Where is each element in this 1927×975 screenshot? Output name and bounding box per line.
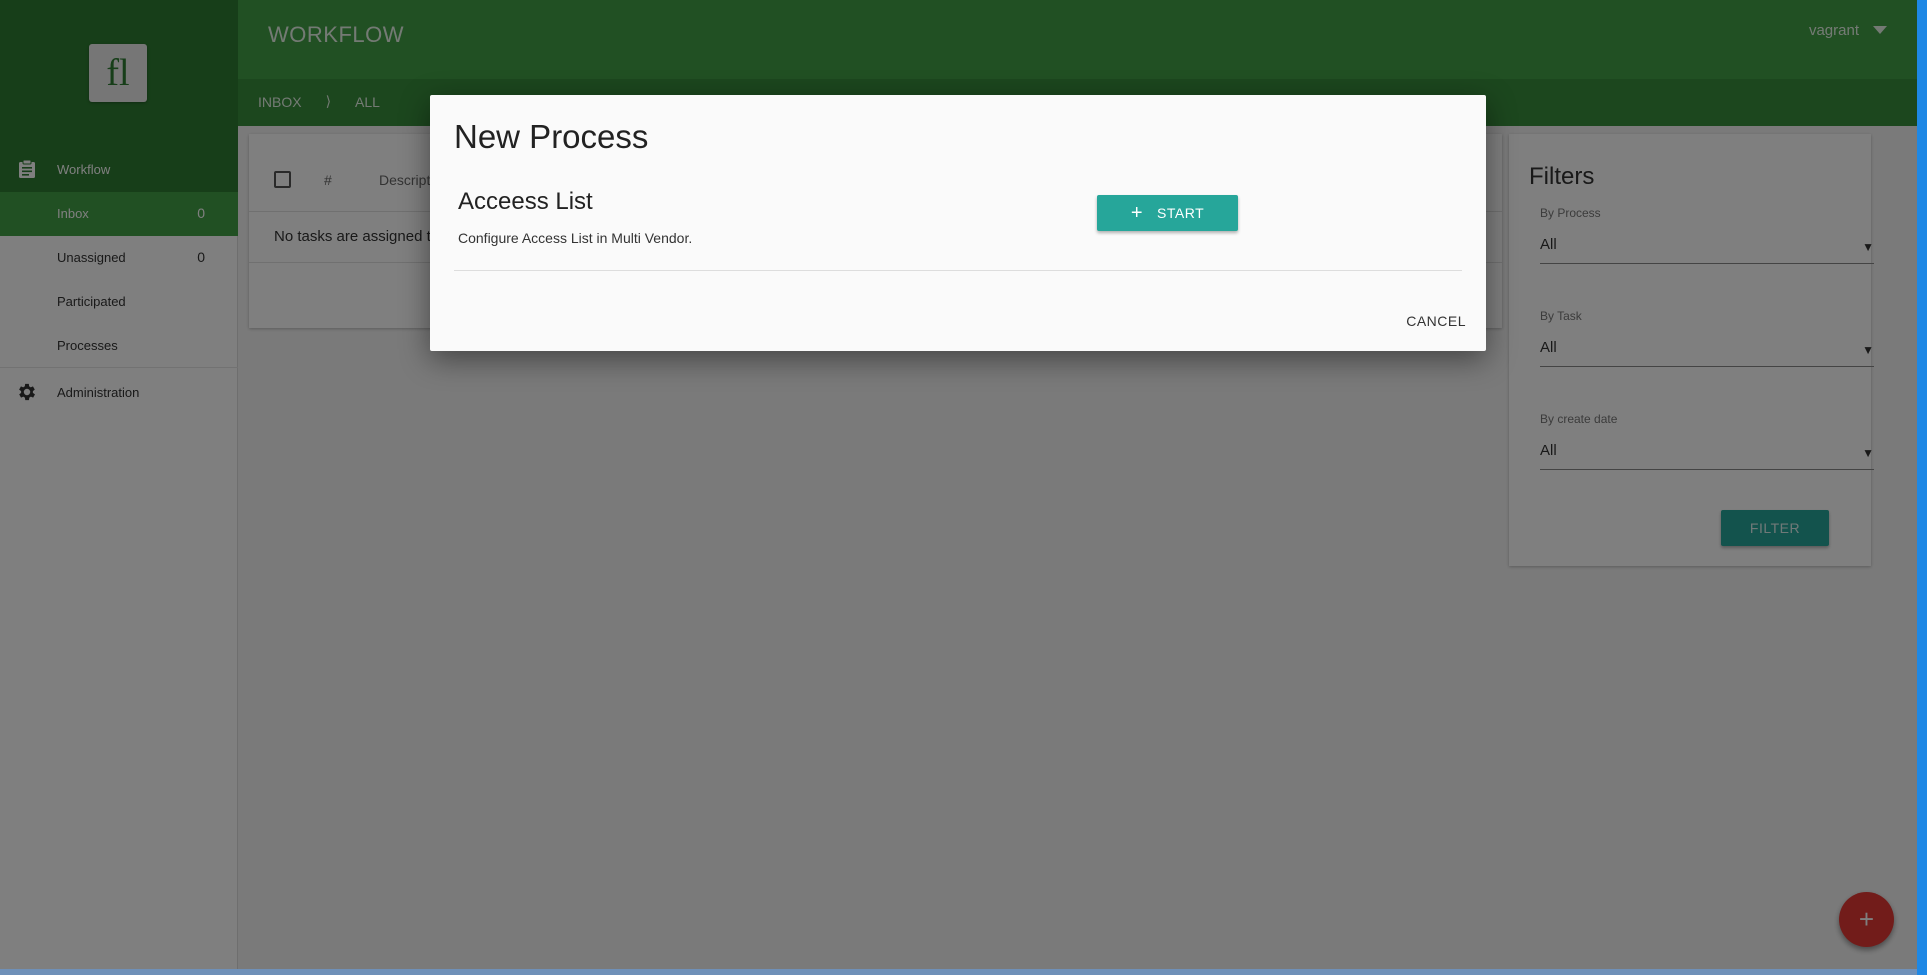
- start-button-label: START: [1157, 205, 1205, 221]
- dialog-title: New Process: [454, 118, 649, 155]
- plus-icon: +: [1130, 202, 1144, 224]
- window-edge: [1917, 0, 1927, 975]
- process-description: Configure Access List in Multi Vendor.: [458, 230, 693, 246]
- os-taskbar: [0, 969, 1917, 975]
- start-process-button[interactable]: + START: [1097, 195, 1238, 231]
- cancel-button[interactable]: CANCEL: [1406, 313, 1466, 329]
- process-name: Acceess List: [458, 188, 593, 215]
- new-process-dialog: New Process Acceess List Configure Acces…: [430, 95, 1486, 351]
- process-list-item: Acceess List Configure Access List in Mu…: [454, 188, 1462, 271]
